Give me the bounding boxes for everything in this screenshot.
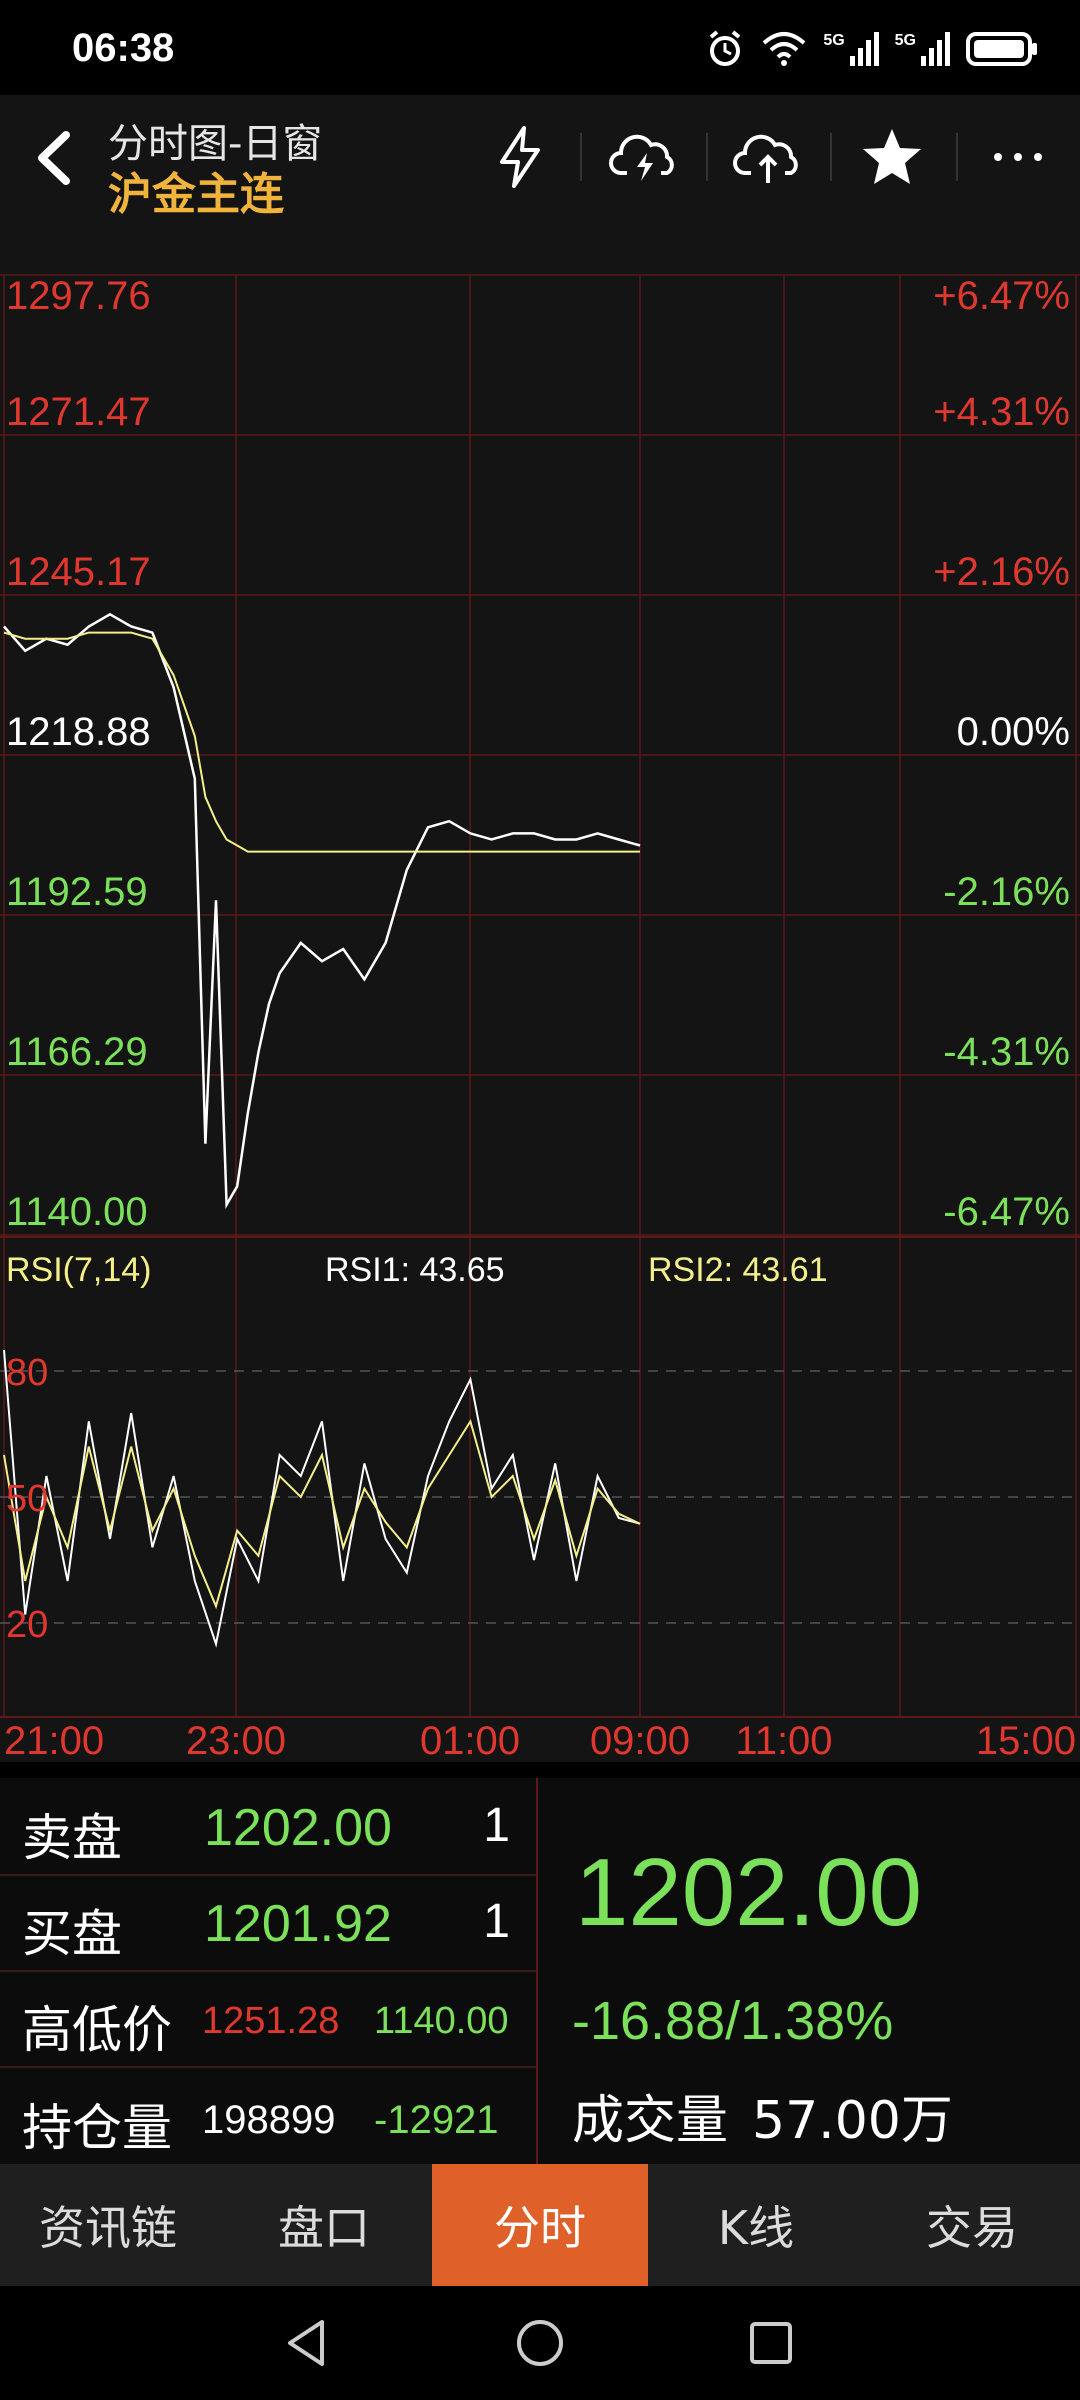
price-level-label: 1297.76 (6, 274, 151, 318)
percent-level-label: -4.31% (943, 1030, 1070, 1074)
percent-level-label: 0.00% (957, 710, 1070, 754)
tab-trade[interactable]: 交易 (864, 2164, 1080, 2286)
tab-kline[interactable]: K线 (648, 2164, 864, 2286)
open-interest-label: 持仓量 (22, 2099, 172, 2157)
signal-label: 5G (823, 32, 845, 49)
rsi-level-label: 80 (6, 1352, 48, 1394)
bid-row: 买盘 1201.92 1 (0, 1874, 536, 1972)
rsi-indicator-label: RSI(7,14) (6, 1251, 152, 1289)
time-axis-label: 21:00 (4, 1719, 104, 1762)
high-low-row: 高低价 1251.28 1140.00 (0, 1970, 536, 2068)
cloud-sync-button[interactable] (604, 117, 684, 197)
bottom-tabs: 资讯链 盘口 分时 K线 交易 (0, 2164, 1080, 2286)
status-bar: 06:38 5G 5G (0, 0, 1080, 95)
tab-news[interactable]: 资讯链 (0, 2164, 216, 2286)
high-price: 1251.28 (202, 2000, 340, 2042)
time-axis-label: 11:00 (735, 1719, 832, 1762)
rsi1-value: RSI1: 43.65 (325, 1251, 505, 1289)
star-icon (863, 129, 921, 184)
last-price: 1202.00 (575, 1839, 923, 1946)
cloud-upload-icon (733, 134, 798, 183)
price-level-label: 1218.88 (6, 710, 151, 754)
volume-label: 成交量 (572, 2091, 729, 2151)
rsi-level-label: 20 (6, 1604, 48, 1646)
bid-qty: 1 (483, 1895, 510, 1948)
lightning-button[interactable] (480, 117, 560, 197)
back-arrow-icon[interactable] (22, 123, 92, 193)
wifi-icon (762, 32, 806, 66)
lightning-icon (500, 126, 540, 188)
cloud-upload-button[interactable] (728, 117, 808, 197)
open-interest-row: 持仓量 198899 -12921 (0, 2066, 536, 2162)
favorite-button[interactable] (852, 117, 932, 197)
signal-label: 5G (894, 32, 916, 49)
time-axis-label: 01:00 (420, 1719, 520, 1762)
time-axis-label: 15:00 (976, 1719, 1076, 1762)
status-icons: 5G 5G (705, 26, 1040, 72)
percent-level-label: +4.31% (933, 390, 1070, 434)
rsi2-value: RSI2: 43.61 (648, 1251, 828, 1289)
price-level-label: 1166.29 (6, 1030, 148, 1074)
percent-level-label: -2.16% (943, 870, 1070, 914)
price-level-label: 1271.47 (6, 390, 151, 434)
nav-recents-icon[interactable] (744, 2316, 798, 2370)
price-level-label: 1245.17 (6, 550, 151, 594)
ask-row: 卖盘 1202.00 1 (0, 1778, 536, 1876)
signal-5g-icon: 5G (895, 32, 950, 66)
alarm-icon (710, 30, 741, 66)
ask-label: 卖盘 (22, 1809, 122, 1867)
app-header: 分时图-日窗 沪金主连 (0, 95, 1080, 220)
signal-5g-icon: 5G (823, 32, 879, 66)
open-interest-change: -12921 (374, 2098, 499, 2142)
system-nav-bar (0, 2286, 1080, 2400)
battery-icon (966, 32, 1037, 66)
tab-intraday[interactable]: 分时 (432, 2164, 648, 2286)
ask-price: 1202.00 (204, 1799, 392, 1857)
time-axis-label: 23:00 (186, 1719, 286, 1762)
time-axis-label: 09:00 (590, 1719, 690, 1762)
bid-price: 1201.92 (204, 1895, 392, 1953)
percent-level-label: +2.16% (933, 550, 1070, 594)
bid-label: 买盘 (22, 1905, 122, 1963)
tab-order-book[interactable]: 盘口 (216, 2164, 432, 2286)
open-interest: 198899 (202, 2098, 336, 2142)
low-price: 1140.00 (374, 2000, 509, 2042)
quote-panel: 卖盘 1202.00 1 买盘 1201.92 1 高低价 1251.28 11… (0, 1778, 1080, 2164)
contract-name[interactable]: 沪金主连 (108, 158, 284, 222)
nav-home-icon[interactable] (513, 2316, 567, 2370)
rsi-level-label: 50 (6, 1478, 48, 1520)
cloud-sync-icon (609, 134, 674, 181)
quote-divider (536, 1778, 538, 2164)
more-button[interactable] (978, 117, 1058, 197)
price-level-label: 1192.59 (6, 870, 148, 914)
status-time: 06:38 (72, 26, 175, 70)
ask-qty: 1 (483, 1799, 510, 1852)
percent-level-label: -6.47% (943, 1190, 1070, 1234)
price-level-label: 1140.00 (6, 1190, 148, 1234)
chart[interactable]: 1297.76 1271.47 1245.17 1218.88 1192.59 1166.… (0, 217, 1080, 1762)
percent-level-label: +6.47% (933, 274, 1070, 318)
more-icon (994, 153, 1042, 161)
nav-back-icon[interactable] (280, 2316, 334, 2370)
price-change: -16.88/1.38% (572, 1991, 894, 2051)
high-low-label: 高低价 (22, 2001, 172, 2059)
volume-value: 57.00万 (752, 2091, 953, 2151)
